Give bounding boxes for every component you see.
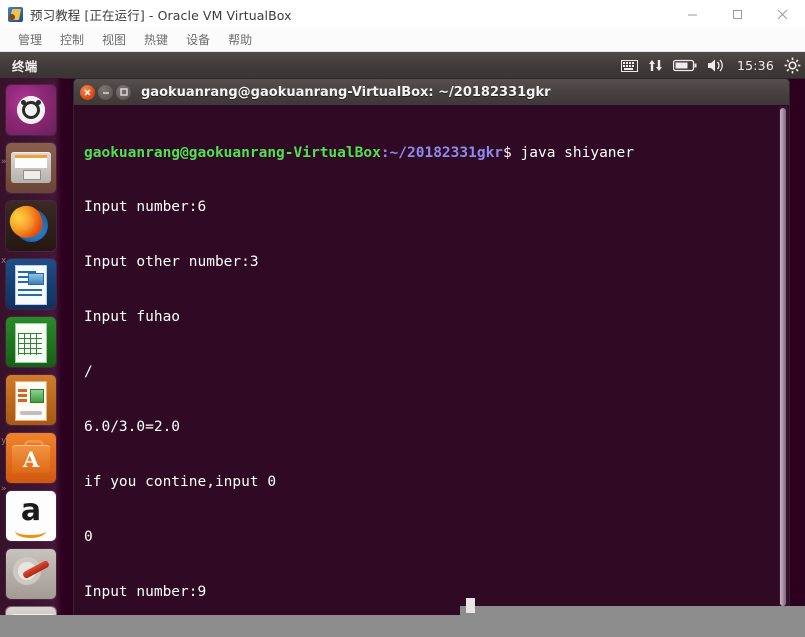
virtualbox-title-bar: 预习教程 [正在运行] - Oracle VM VirtualBox: [0, 0, 805, 29]
launcher-item-calc[interactable]: [6, 317, 56, 367]
panel-indicator-area: 15:36: [620, 52, 801, 78]
terminal-window: gaokuanrang@gaokuanrang-VirtualBox: ~/20…: [62, 78, 790, 637]
system-menu-gear-icon[interactable]: [784, 57, 801, 74]
terminal-scrollbar[interactable]: [779, 106, 788, 636]
ubuntu-logo-icon: [21, 100, 41, 119]
writer-line-3: [18, 281, 28, 283]
maximize-button[interactable]: [715, 0, 760, 28]
terminal-line: if you contine,input 0: [84, 473, 277, 490]
keyboard-indicator-icon[interactable]: [620, 58, 638, 72]
terminal-title-text: gaokuanrang@gaokuanrang-VirtualBox: ~/20…: [141, 84, 551, 100]
terminal-line: Input other number:3: [84, 254, 259, 271]
prompt-user-host: gaokuanrang@gaokuanrang-VirtualBox: [84, 144, 381, 161]
edge-glyph-4: »: [1, 484, 7, 494]
impress-line-3: [18, 399, 27, 402]
files-paper-detail: [15, 155, 47, 168]
terminal-output: gaokuanrang@gaokuanrang-VirtualBox:~/201…: [84, 107, 775, 636]
launcher-item-dash[interactable]: [6, 85, 56, 135]
terminal-line: /: [84, 364, 93, 381]
launcher-item-settings[interactable]: [6, 549, 56, 599]
battery-indicator-icon[interactable]: [672, 59, 697, 72]
terminal-maximize-button[interactable]: [116, 84, 131, 100]
launcher-item-writer[interactable]: [6, 259, 56, 309]
terminal-text-cursor: [466, 598, 475, 613]
impress-line-1: [18, 389, 27, 392]
writer-image-detail: [28, 273, 44, 285]
terminal-command: java shiyaner: [520, 144, 635, 161]
edge-glyph-3: y: [1, 436, 7, 446]
virtualbox-title-wrap: 预习教程 [正在运行] - Oracle VM VirtualBox: [8, 0, 292, 28]
menu-item-control[interactable]: 控制: [51, 29, 93, 50]
prompt-symbol: $: [503, 144, 521, 161]
prompt-path: :~/20182331gkr: [380, 144, 504, 161]
writer-line-4: [18, 289, 42, 291]
terminal-body[interactable]: gaokuanrang@gaokuanrang-VirtualBox:~/201…: [73, 105, 790, 637]
terminal-line: Input number:6: [84, 199, 207, 216]
terminal-line: Input fuhao: [84, 309, 181, 326]
terminal-line: 0: [84, 528, 93, 545]
window-controls: [670, 0, 805, 28]
menu-item-help[interactable]: 帮助: [219, 29, 261, 50]
files-label-detail: [23, 170, 41, 180]
terminal-minimize-button[interactable]: [98, 84, 113, 100]
launcher-item-software[interactable]: A: [6, 433, 56, 483]
volume-indicator-icon[interactable]: [707, 58, 727, 73]
virtualbox-icon: [8, 6, 23, 22]
terminal-title-bar[interactable]: gaokuanrang@gaokuanrang-VirtualBox: ~/20…: [73, 78, 790, 105]
menu-item-hotkeys[interactable]: 热键: [135, 29, 177, 50]
amazon-smile-detail: [15, 524, 46, 538]
edge-glyph-2: x: [1, 256, 7, 266]
terminal-window-buttons: [80, 84, 131, 100]
host-status-overlay-upper: [460, 606, 805, 615]
scrollbar-thumb[interactable]: [780, 108, 786, 606]
network-indicator-icon[interactable]: [648, 58, 663, 73]
amazon-icon: a: [20, 493, 42, 528]
virtualbox-window-title: 预习教程 [正在运行] - Oracle VM VirtualBox: [30, 7, 292, 23]
launcher-item-amazon[interactable]: a: [6, 491, 56, 541]
ubuntu-top-panel: 终端 15:36: [0, 52, 805, 79]
screenshot-root: 预习教程 [正在运行] - Oracle VM VirtualBox 管理 控制…: [0, 0, 805, 637]
terminal-line-prompt-command: gaokuanrang@gaokuanrang-VirtualBox:~/201…: [84, 144, 775, 162]
terminal-close-button[interactable]: [80, 84, 95, 100]
impress-stand-detail: [20, 411, 42, 415]
virtualbox-menu-bar: 管理 控制 视图 热键 设备 帮助: [0, 28, 805, 52]
menu-item-manage[interactable]: 管理: [9, 29, 51, 50]
menu-item-view[interactable]: 视图: [93, 29, 135, 50]
terminal-line: 6.0/3.0=2.0: [84, 419, 181, 436]
unity-launcher: A a >: [0, 78, 62, 637]
minimize-button[interactable]: [670, 0, 715, 28]
panel-app-name[interactable]: 终端: [12, 52, 38, 78]
terminal-line: Input number:9: [84, 583, 207, 600]
menu-item-devices[interactable]: 设备: [177, 29, 219, 50]
guest-os-screen: 终端 15:36 A a » x y » gaokuanrang@gaokuan…: [0, 52, 805, 637]
edge-glyph-1: »: [1, 157, 7, 167]
impress-line-2: [18, 394, 27, 397]
close-button[interactable]: [760, 0, 805, 28]
launcher-item-files[interactable]: [6, 143, 56, 193]
calc-grid-detail: [18, 333, 42, 355]
software-letter-detail: A: [22, 447, 40, 472]
launcher-item-firefox[interactable]: [6, 201, 56, 251]
writer-line-5: [18, 294, 42, 296]
launcher-item-impress[interactable]: [6, 375, 56, 425]
host-status-bar: [0, 615, 805, 637]
impress-chart-detail: [30, 389, 44, 403]
panel-clock[interactable]: 15:36: [737, 58, 774, 73]
